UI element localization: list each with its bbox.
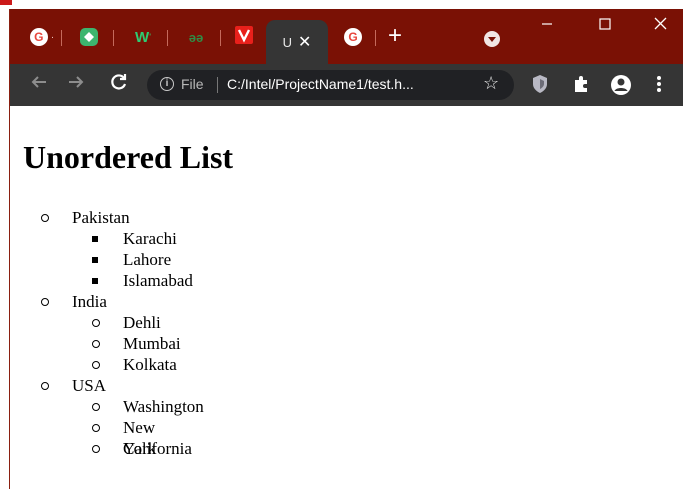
nested-list-item-label: Islamabad [123, 271, 193, 290]
extensions-puzzle-icon[interactable] [571, 74, 591, 99]
tab-separator [113, 30, 114, 46]
page-heading: Unordered List [23, 139, 234, 175]
tab-active-label: U [282, 34, 292, 50]
shield-extension-icon[interactable] [531, 74, 549, 99]
minimize-icon [542, 23, 552, 25]
maximize-icon [599, 18, 611, 30]
arrow-right-icon [69, 76, 84, 88]
nested-list-item-label: Lahore [123, 250, 172, 269]
tab-active[interactable]: U ✕ [266, 20, 328, 64]
circle-bullet-icon [41, 298, 49, 306]
tab-search-icon[interactable] [484, 31, 500, 47]
circle-bullet-icon [92, 319, 100, 327]
maximize-button[interactable] [582, 9, 628, 49]
list-item-label: India [72, 292, 107, 311]
url-text[interactable]: C:/Intel/ProjectName1/test.h... [227, 76, 414, 92]
page-content: Unordered List Pakistan Karachi Lahore Isla… [10, 106, 683, 489]
nested-list-item-label: Karachi [123, 229, 177, 248]
nested-list-item-label: Kolkata [123, 355, 177, 374]
circle-bullet-icon [92, 361, 100, 369]
circle-bullet-icon [41, 382, 49, 390]
close-window-button[interactable] [637, 9, 683, 49]
list-item-label: Pakistan [72, 208, 130, 227]
close-tab-icon[interactable]: ✕ [298, 32, 311, 52]
scheme-label: File [181, 76, 204, 92]
nested-list-item-label: California [123, 439, 192, 458]
circle-bullet-icon [92, 445, 100, 453]
nested-list-item-label: Washington [123, 397, 204, 416]
arrow-left-icon [31, 76, 46, 88]
address-bar[interactable]: i File C:/Intel/ProjectName1/test.h... ☆ [147, 70, 514, 100]
profile-avatar-icon[interactable] [610, 74, 632, 101]
tab-separator [61, 30, 62, 46]
forward-button[interactable] [63, 72, 89, 98]
tab-strip: G · W ' ǝǝ U ✕ G + [10, 9, 683, 64]
list-item-label: USA [72, 376, 107, 395]
square-bullet-icon [92, 236, 98, 242]
back-button[interactable] [26, 72, 52, 98]
nested-list-item-label: Mumbai [123, 334, 181, 353]
tab-dot-icon: · [50, 31, 55, 43]
google-icon: G [344, 28, 362, 46]
tab-separator [220, 30, 221, 46]
screenshot-top-strip [0, 0, 683, 9]
google-icon: G [29, 28, 48, 46]
tab-google-1[interactable]: G · [22, 21, 62, 53]
w-icon: W [135, 28, 150, 46]
browser-window: G · W ' ǝǝ U ✕ G + i File C:/Intel/Proje… [9, 9, 683, 489]
reload-icon [111, 74, 127, 90]
bookmark-star-icon[interactable]: ☆ [483, 73, 499, 94]
circle-bullet-icon [92, 340, 100, 348]
tab-google-2[interactable]: G [330, 21, 376, 53]
annotation-mark [0, 0, 12, 5]
info-icon[interactable]: i [160, 77, 174, 91]
browser-toolbar: i File C:/Intel/ProjectName1/test.h... ☆ [10, 64, 683, 106]
v-icon [235, 25, 253, 49]
tab-shield[interactable] [64, 21, 114, 53]
square-bullet-icon [92, 278, 98, 284]
circle-bullet-icon [92, 403, 100, 411]
nested-list-item-label: Dehli [123, 313, 161, 332]
minimize-button[interactable] [524, 9, 570, 49]
tab-gfg[interactable]: ǝǝ [171, 21, 221, 53]
reload-button[interactable] [106, 72, 132, 98]
w-dot-icon: ' [149, 32, 151, 42]
tab-w[interactable]: W ' [118, 21, 168, 53]
close-icon [654, 17, 666, 30]
new-tab-button[interactable]: + [382, 24, 408, 50]
gfg-icon: ǝǝ [188, 29, 204, 45]
tab-v[interactable] [225, 21, 263, 53]
tab-separator [375, 30, 376, 46]
circle-bullet-icon [92, 424, 100, 432]
address-divider [217, 77, 218, 93]
circle-bullet-icon [41, 214, 49, 222]
shield-green-icon [80, 28, 98, 46]
tab-separator [167, 30, 168, 46]
menu-kebab-icon[interactable] [656, 74, 662, 99]
square-bullet-icon [92, 257, 98, 263]
